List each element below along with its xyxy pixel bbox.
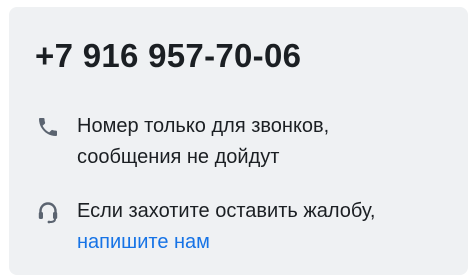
complaint-note-text: Если захотите оставить жалобу, напишите …	[77, 196, 447, 258]
calls-note-text: Номер только для звонков, сообщения не д…	[77, 111, 447, 173]
write-to-us-link[interactable]: напишите нам	[77, 227, 447, 258]
phone-number[interactable]: +7 916 957-70-06	[35, 36, 301, 76]
calls-note-line1: Номер только для звонков,	[77, 115, 330, 137]
calls-note-line2: сообщения не дойдут	[77, 146, 280, 168]
complaint-note: Если захотите оставить жалобу, напишите …	[36, 196, 447, 258]
complaint-note-line1: Если захотите оставить жалобу,	[77, 200, 376, 222]
calls-only-note: Номер только для звонков, сообщения не д…	[36, 111, 447, 173]
contact-card: +7 916 957-70-06 Номер только для звонко…	[9, 7, 468, 275]
phone-icon	[39, 118, 57, 136]
headset-icon	[38, 202, 58, 224]
